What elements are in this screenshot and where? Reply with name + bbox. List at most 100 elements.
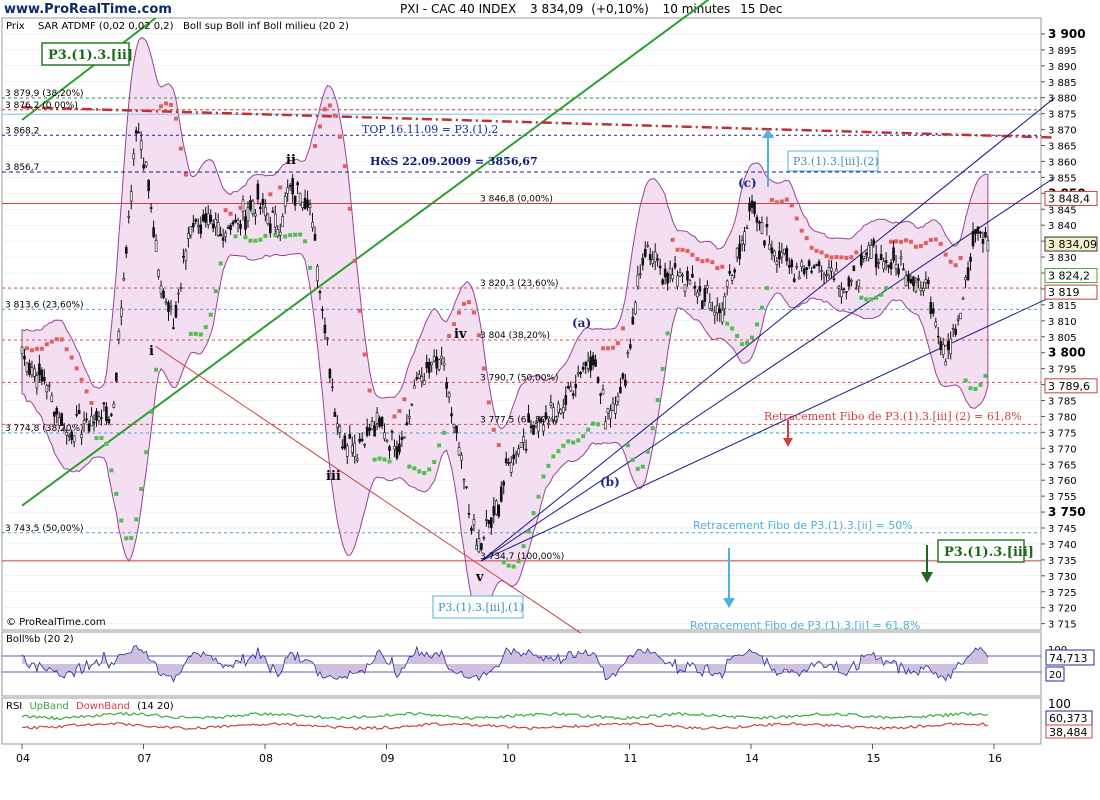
candle-body <box>177 292 180 295</box>
candle-body <box>378 417 381 427</box>
level-label: 3 846,8 (0,00%) <box>480 195 553 205</box>
candle-body <box>189 225 193 236</box>
candle-body <box>219 233 222 237</box>
candle-body <box>740 239 744 245</box>
candle-body <box>154 240 158 252</box>
sar-dot <box>39 346 44 351</box>
candle-body <box>688 280 692 285</box>
candle-body <box>634 302 637 315</box>
bollb-tick-20: 20 <box>1049 670 1062 681</box>
candle-body <box>986 240 990 252</box>
candle-body <box>763 240 766 246</box>
sar-dot <box>869 297 874 302</box>
candle-body <box>172 327 175 330</box>
candle-body <box>415 377 419 380</box>
candle-body <box>720 309 724 323</box>
candle-body <box>323 324 327 334</box>
sar-dot <box>705 258 710 263</box>
sar-dot <box>789 203 794 208</box>
wave-label-iii: iii <box>326 469 341 484</box>
candle-body <box>147 179 150 192</box>
sar-dot <box>347 206 352 211</box>
wave-label-v: v <box>475 570 484 585</box>
candle-body <box>701 300 704 310</box>
sar-dot <box>412 466 417 471</box>
sar-dot <box>278 185 283 190</box>
candle-body <box>956 318 960 321</box>
site-logo[interactable]: www.ProRealTime.com <box>4 2 172 17</box>
candle-body <box>249 200 252 210</box>
sar-dot <box>99 436 104 441</box>
price-tag-text: 3 834,09 <box>1048 238 1097 251</box>
candle-body <box>196 225 200 228</box>
candle-body <box>812 265 816 269</box>
candle-body <box>182 255 185 258</box>
sar-dot <box>953 263 958 268</box>
candle-body <box>609 410 612 419</box>
sar-dot <box>139 486 144 491</box>
candle-body <box>400 437 404 440</box>
sar-dot <box>903 238 908 243</box>
candle-body <box>467 513 471 515</box>
candle-body <box>326 337 329 340</box>
sar-dot <box>119 518 124 523</box>
sar-dot <box>894 239 899 244</box>
sar-dot <box>730 326 735 331</box>
level-label: 3 879,9 (38,20%) <box>5 89 84 99</box>
candle-body <box>706 285 709 289</box>
level-label: 3 868,2 <box>5 126 39 136</box>
sar-dot <box>680 247 685 252</box>
y-tick-label: 3 780 <box>1048 412 1077 423</box>
candle-body <box>698 286 702 292</box>
x-tick-label: 14 <box>745 752 759 765</box>
candle-body <box>931 308 935 314</box>
sar-dot <box>183 172 188 177</box>
sar-dot <box>243 235 248 240</box>
y-tick-label: 3 885 <box>1048 78 1077 89</box>
rsi-value-tag-1: 60,373 <box>1045 710 1093 726</box>
candle-body <box>393 445 396 450</box>
sar-dot <box>879 292 884 297</box>
sar-dot <box>864 297 869 302</box>
sar-dot <box>342 164 347 169</box>
bollb-label: Boll%b (20 2) <box>6 634 74 645</box>
candle-body <box>840 289 843 298</box>
y-tick-label: 3 725 <box>1048 588 1077 599</box>
sar-dot <box>536 494 541 499</box>
y-tick-label: 3 730 <box>1048 572 1077 583</box>
sar-dot <box>382 457 387 462</box>
x-tick-label: 09 <box>381 752 395 765</box>
sar-dot <box>149 409 154 414</box>
sar-dot <box>288 233 293 238</box>
candle-body <box>244 216 247 230</box>
instrument-change: (+0,10%) <box>591 2 649 16</box>
sar-dot <box>496 443 501 448</box>
candle-body <box>631 316 635 325</box>
candle-body <box>800 261 803 268</box>
candle-body <box>730 275 734 281</box>
candle-body <box>852 265 856 272</box>
sar-dot <box>198 332 203 337</box>
candle-body <box>606 408 610 414</box>
candle-body <box>420 376 424 382</box>
candle-body <box>596 377 600 383</box>
candle-body <box>914 281 918 292</box>
candle-body <box>626 352 630 354</box>
x-tick-label: 16 <box>988 752 1002 765</box>
sar-dot <box>308 265 313 270</box>
candle-body <box>562 407 565 413</box>
sar-dot <box>402 397 407 402</box>
sar-dot <box>809 245 814 250</box>
candle-body <box>569 386 573 392</box>
candle-body <box>100 417 103 419</box>
sar-dot <box>834 255 839 260</box>
candle-body <box>825 274 828 277</box>
candle-body <box>830 267 833 272</box>
sar-dot <box>129 536 134 541</box>
candle-body <box>271 210 275 213</box>
candle-body <box>507 462 510 464</box>
candle-body <box>954 328 957 335</box>
candle-body <box>214 219 217 228</box>
sar-dot <box>178 146 183 151</box>
candle-body <box>775 261 779 265</box>
